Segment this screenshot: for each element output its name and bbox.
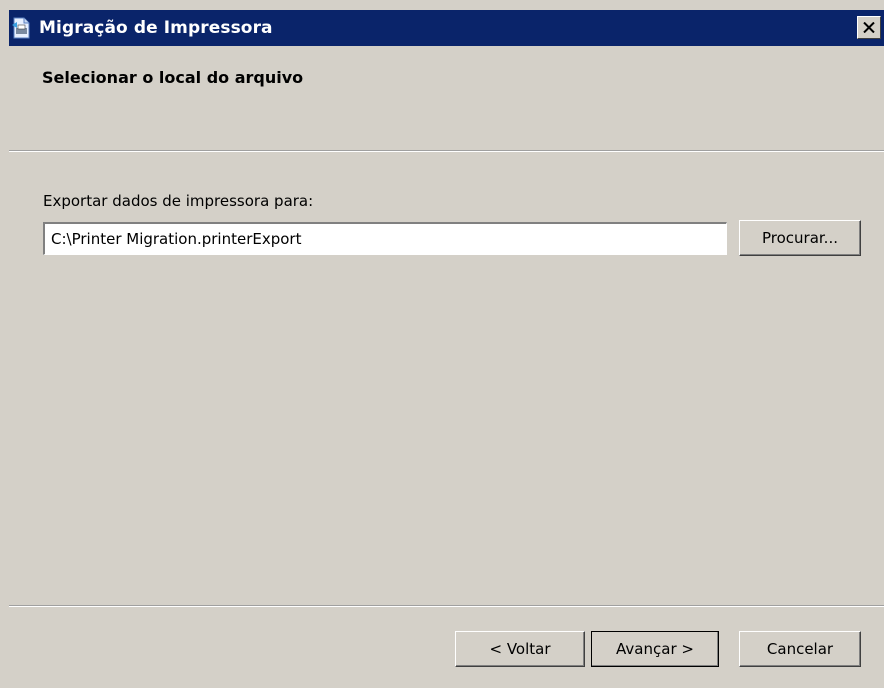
close-button[interactable] [857, 16, 881, 39]
browse-button[interactable]: Procurar... [739, 220, 861, 256]
export-path-label: Exportar dados de impressora para: [43, 192, 314, 210]
next-button[interactable]: Avançar > [591, 631, 719, 667]
close-icon [863, 22, 875, 33]
footer-divider [9, 605, 884, 607]
export-path-input[interactable] [43, 222, 727, 255]
header-divider [9, 150, 884, 152]
page-title: Selecionar o local do arquivo [42, 68, 304, 87]
cancel-button[interactable]: Cancelar [739, 631, 861, 667]
window-title: Migração de Impressora [39, 18, 273, 38]
wizard-header: Selecionar o local do arquivo [9, 46, 884, 150]
printer-migration-icon [12, 17, 30, 39]
back-button[interactable]: < Voltar [455, 631, 585, 667]
title-bar[interactable]: Migração de Impressora [9, 10, 884, 46]
wizard-window: Migração de Impressora Selecionar o loca… [0, 0, 884, 688]
